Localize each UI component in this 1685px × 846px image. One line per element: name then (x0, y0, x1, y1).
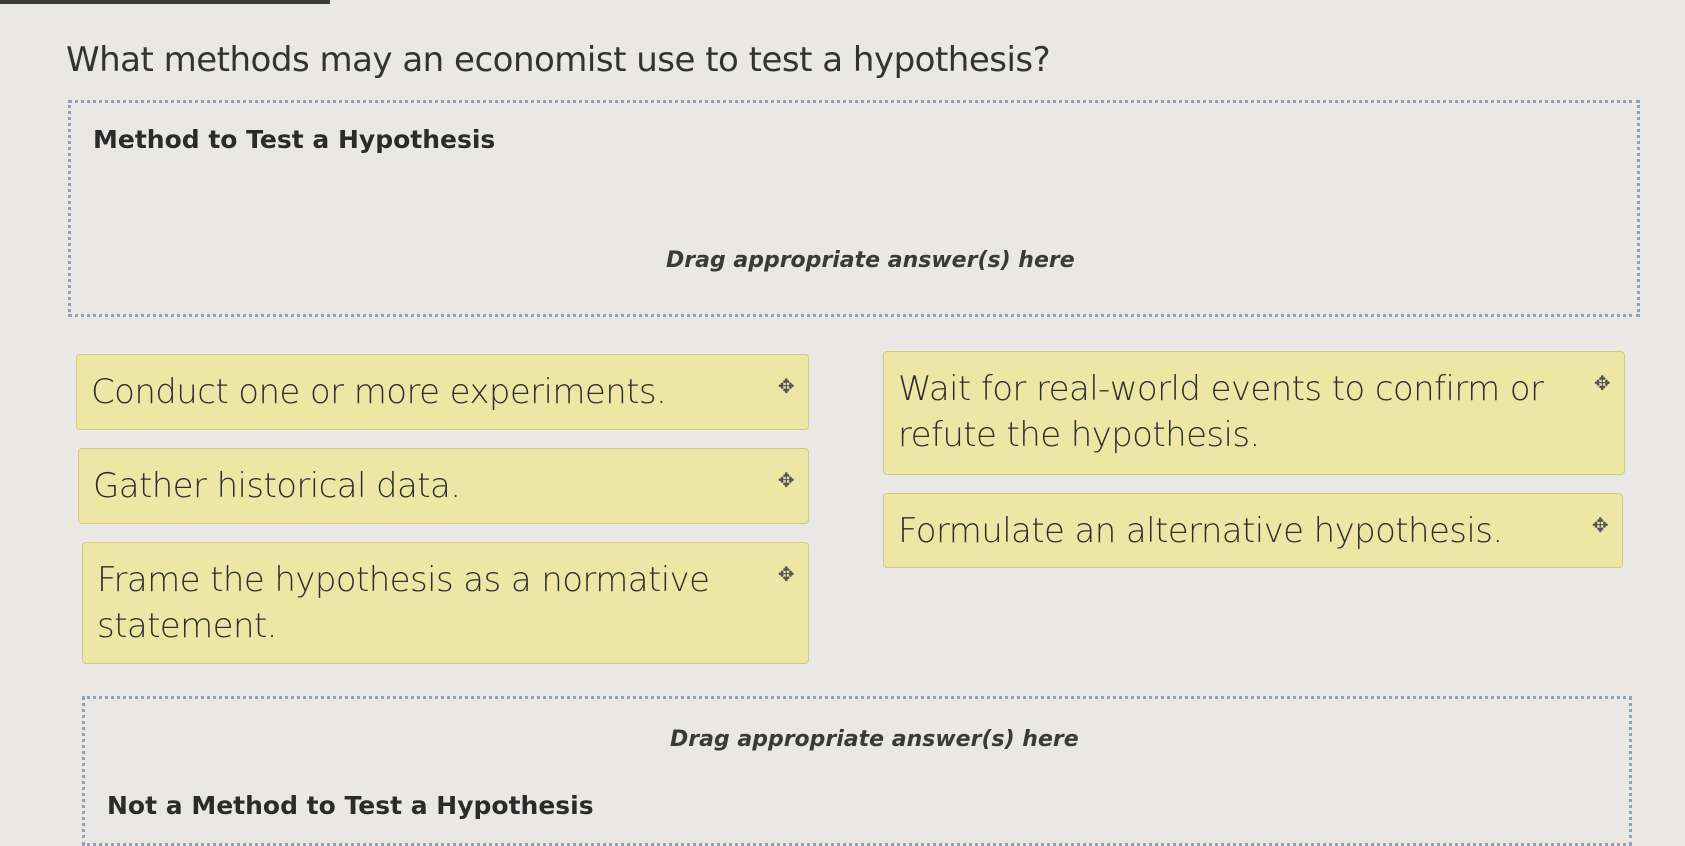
dropzone-title: Method to Test a Hypothesis (93, 125, 496, 154)
answer-label: Wait for real-world events to confirm or… (898, 369, 1544, 455)
top-bar (0, 0, 330, 4)
dropzone-hint: Drag appropriate answer(s) here (666, 248, 1075, 273)
dropzone-title: Not a Method to Test a Hypothesis (107, 791, 594, 820)
move-icon[interactable]: ✥ (778, 363, 795, 409)
move-icon[interactable]: ✥ (778, 551, 795, 597)
dropzone-not-method[interactable]: Drag appropriate answer(s) here Not a Me… (82, 696, 1632, 846)
answer-label: Conduct one or more experiments. (91, 372, 667, 412)
move-icon[interactable]: ✥ (1594, 360, 1611, 406)
question-text: What methods may an economist use to tes… (66, 40, 1051, 80)
answer-chip[interactable]: Frame the hypothesis as a normative stat… (82, 542, 809, 664)
answer-label: Gather historical data. (93, 466, 461, 506)
move-icon[interactable]: ✥ (1592, 502, 1609, 548)
answer-chip[interactable]: Formulate an alternative hypothesis. ✥ (883, 493, 1623, 568)
dropzone-hint: Drag appropriate answer(s) here (670, 727, 1079, 752)
answer-label: Frame the hypothesis as a normative stat… (97, 560, 710, 646)
answer-label: Formulate an alternative hypothesis. (898, 511, 1503, 551)
dropzone-method[interactable]: Method to Test a Hypothesis Drag appropr… (68, 100, 1640, 317)
answer-chip[interactable]: Gather historical data. ✥ (78, 448, 809, 524)
answer-chip[interactable]: Conduct one or more experiments. ✥ (76, 354, 809, 430)
answer-chip[interactable]: Wait for real-world events to confirm or… (883, 351, 1625, 475)
move-icon[interactable]: ✥ (778, 457, 795, 503)
